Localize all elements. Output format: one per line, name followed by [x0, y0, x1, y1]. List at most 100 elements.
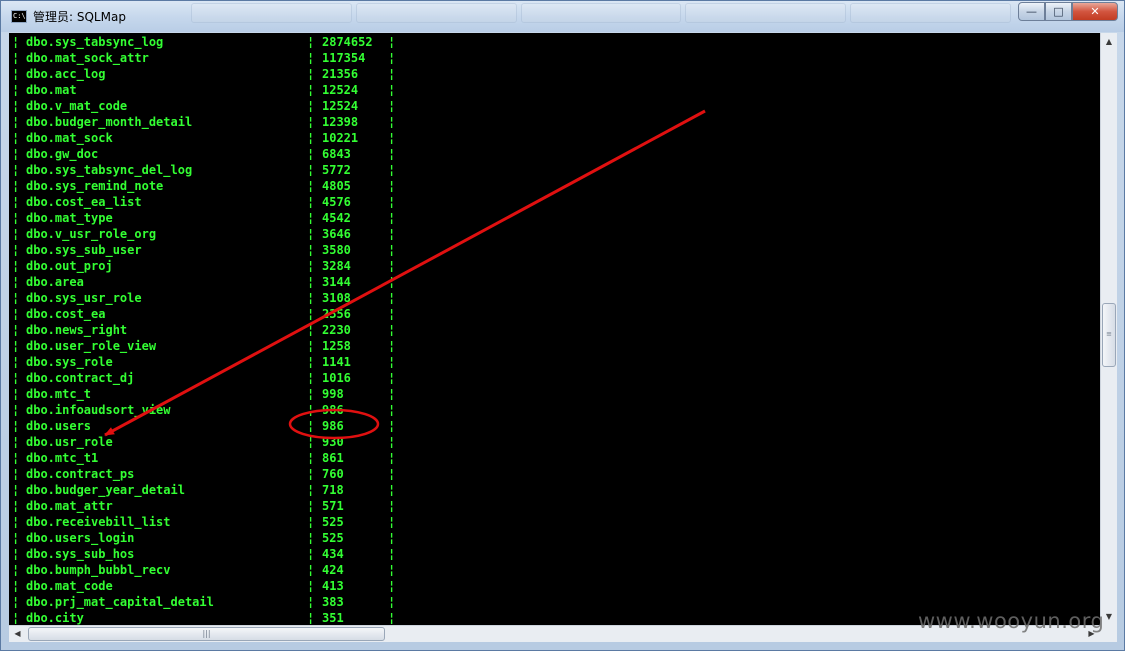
table-row: ¦ dbo.budger_month_detail ¦ 12398 ¦	[9, 114, 509, 130]
column-separator: ¦	[307, 163, 315, 177]
column-separator: ¦	[388, 35, 396, 49]
column-separator: ¦	[307, 403, 315, 417]
table-row: ¦ dbo.contract_dj ¦ 1016 ¦	[9, 370, 509, 386]
row-count-cell: 3144	[322, 275, 351, 289]
column-separator: ¦	[307, 259, 315, 273]
table-name-cell: dbo.cost_ea_list	[26, 195, 142, 209]
column-separator: ¦	[12, 115, 20, 129]
table-name-cell: dbo.sys_role	[26, 355, 113, 369]
vertical-scrollbar[interactable]: ▲ ≡ ▼	[1100, 33, 1117, 625]
column-separator: ¦	[307, 387, 315, 401]
console-output[interactable]: ¦ dbo.sys_tabsync_log ¦ 2874652 ¦ ¦ dbo.mat_so…	[9, 33, 1100, 625]
title-bar[interactable]: C:\ 管理员: SQLMap — □ ✕	[1, 1, 1124, 32]
column-separator: ¦	[12, 67, 20, 81]
column-separator: ¦	[307, 483, 315, 497]
table-row: ¦ dbo.v_mat_code ¦ 12524 ¦	[9, 98, 509, 114]
row-count-cell: 861	[322, 451, 344, 465]
vertical-scroll-thumb[interactable]: ≡	[1102, 303, 1116, 367]
column-separator: ¦	[12, 339, 20, 353]
console-window: C:\ 管理员: SQLMap — □ ✕ ¦ dbo.sys_tabsync_l…	[0, 0, 1125, 651]
column-separator: ¦	[388, 307, 396, 321]
table-name-cell: dbo.gw_doc	[26, 147, 99, 161]
column-separator: ¦	[307, 595, 315, 609]
close-button[interactable]: ✕	[1072, 2, 1118, 21]
column-separator: ¦	[388, 51, 396, 65]
column-separator: ¦	[12, 531, 20, 545]
row-count-cell: 2874652	[322, 35, 373, 49]
row-count-cell: 413	[322, 579, 344, 593]
table-name-cell: dbo.sys_sub_hos	[26, 547, 135, 561]
table-row: ¦ dbo.mat_sock_attr ¦ 117354 ¦	[9, 50, 509, 66]
ghost-tab	[850, 3, 1011, 23]
row-count-cell: 571	[322, 499, 344, 513]
column-separator: ¦	[12, 147, 20, 161]
table-name-cell: dbo.news_right	[26, 323, 128, 337]
column-separator: ¦	[12, 515, 20, 529]
table-row: ¦ dbo.sys_sub_hos ¦ 434 ¦	[9, 546, 509, 562]
column-separator: ¦	[388, 83, 396, 97]
table-row: ¦ dbo.budger_year_detail ¦ 718 ¦	[9, 482, 509, 498]
column-separator: ¦	[12, 83, 20, 97]
table-name-cell: dbo.prj_mat_capital_detail	[26, 595, 214, 609]
table-row: ¦ dbo.mat_attr ¦ 571 ¦	[9, 498, 509, 514]
column-separator: ¦	[12, 355, 20, 369]
horizontal-scroll-thumb[interactable]: |||	[28, 627, 385, 641]
row-count-cell: 117354	[322, 51, 366, 65]
row-count-cell: 424	[322, 563, 344, 577]
table-row: ¦ dbo.infoaudsort_view ¦ 986 ¦	[9, 402, 509, 418]
row-count-cell: 525	[322, 531, 344, 545]
table-name-cell: dbo.sys_tabsync_del_log	[26, 163, 193, 177]
minimize-button[interactable]: —	[1018, 2, 1045, 21]
column-separator: ¦	[307, 307, 315, 321]
cmd-icon[interactable]: C:\	[11, 10, 27, 23]
column-separator: ¦	[307, 579, 315, 593]
table-name-cell: dbo.contract_ps	[26, 467, 135, 481]
table-name-cell: dbo.sys_remind_note	[26, 179, 164, 193]
row-count-cell: 3646	[322, 227, 351, 241]
column-separator: ¦	[12, 547, 20, 561]
column-separator: ¦	[307, 339, 315, 353]
column-separator: ¦	[388, 99, 396, 113]
column-separator: ¦	[388, 419, 396, 433]
column-separator: ¦	[12, 467, 20, 481]
row-count-cell: 525	[322, 515, 344, 529]
row-count-cell: 383	[322, 595, 344, 609]
column-separator: ¦	[12, 611, 20, 625]
column-separator: ¦	[12, 451, 20, 465]
row-count-cell: 718	[322, 483, 344, 497]
table-row: ¦ dbo.contract_ps ¦ 760 ¦	[9, 466, 509, 482]
table-name-cell: dbo.out_proj	[26, 259, 113, 273]
column-separator: ¦	[388, 227, 396, 241]
column-separator: ¦	[388, 403, 396, 417]
column-separator: ¦	[12, 563, 20, 577]
table-name-cell: dbo.v_mat_code	[26, 99, 128, 113]
maximize-button[interactable]: □	[1045, 2, 1072, 21]
row-count-cell: 986	[322, 419, 344, 433]
scroll-left-icon[interactable]: ◀	[9, 626, 26, 642]
column-separator: ¦	[12, 211, 20, 225]
table-name-cell: dbo.mat_attr	[26, 499, 113, 513]
table-row: ¦ dbo.area ¦ 3144 ¦	[9, 274, 509, 290]
table-row: ¦ dbo.mat_sock ¦ 10221 ¦	[9, 130, 509, 146]
row-count-cell: 2230	[322, 323, 351, 337]
column-separator: ¦	[388, 131, 396, 145]
table-row: ¦ dbo.sys_tabsync_log ¦ 2874652 ¦	[9, 34, 509, 50]
column-separator: ¦	[388, 611, 396, 625]
ghost-tab	[355, 3, 517, 23]
row-count-cell: 998	[322, 387, 344, 401]
row-count-cell: 4576	[322, 195, 351, 209]
column-separator: ¦	[307, 147, 315, 161]
column-separator: ¦	[388, 115, 396, 129]
column-separator: ¦	[388, 435, 396, 449]
table-name-cell: dbo.users_login	[26, 531, 135, 545]
row-count-cell: 1258	[322, 339, 351, 353]
column-separator: ¦	[388, 339, 396, 353]
column-separator: ¦	[388, 499, 396, 513]
table-row: ¦ dbo.user_role_view ¦ 1258 ¦	[9, 338, 509, 354]
row-count-cell: 12398	[322, 115, 359, 129]
table-name-cell: dbo.v_usr_role_org	[26, 227, 157, 241]
scroll-up-icon[interactable]: ▲	[1101, 33, 1117, 50]
column-separator: ¦	[388, 483, 396, 497]
table-row: ¦ dbo.prj_mat_capital_detail ¦ 383 ¦	[9, 594, 509, 610]
table-name-cell: dbo.city	[26, 611, 84, 625]
